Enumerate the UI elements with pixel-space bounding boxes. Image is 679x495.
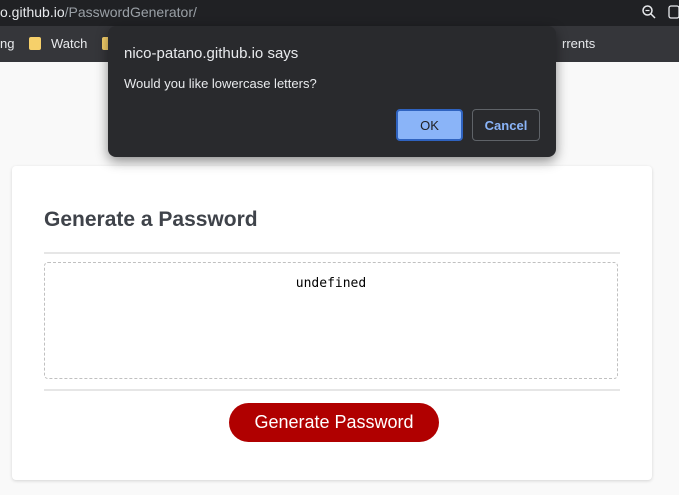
- extension-icon[interactable]: [668, 5, 679, 19]
- folder-icon: [29, 37, 41, 50]
- bookmark-label: rrents: [562, 36, 596, 51]
- url-text[interactable]: o.github.io/PasswordGenerator/: [0, 4, 197, 20]
- password-card: Generate a Password undefined Generate P…: [12, 166, 652, 480]
- bookmark-folder-watch[interactable]: Watch: [29, 36, 87, 51]
- bookmark-item[interactable]: rrents: [562, 36, 595, 51]
- header-divider: [44, 252, 620, 254]
- address-bar[interactable]: o.github.io/PasswordGenerator/: [0, 0, 679, 26]
- confirm-dialog: nico-patano.github.io says Would you lik…: [108, 26, 556, 157]
- bookmark-label: ng: [0, 36, 15, 51]
- ok-button[interactable]: OK: [396, 109, 463, 141]
- dialog-title: nico-patano.github.io says: [124, 45, 299, 62]
- password-output[interactable]: undefined: [44, 262, 618, 379]
- bookmark-item[interactable]: ng: [0, 36, 14, 51]
- cancel-button[interactable]: Cancel: [472, 109, 540, 141]
- bookmark-label: Watch: [51, 36, 88, 51]
- dialog-message: Would you like lowercase letters?: [124, 76, 317, 91]
- password-value: undefined: [295, 276, 367, 291]
- url-path: /PasswordGenerator/: [64, 4, 197, 20]
- url-host: o.github.io: [0, 4, 65, 20]
- zoom-icon[interactable]: [641, 4, 657, 20]
- generate-password-button[interactable]: Generate Password: [229, 403, 439, 442]
- footer-divider: [44, 389, 620, 391]
- page-title: Generate a Password: [44, 208, 258, 231]
